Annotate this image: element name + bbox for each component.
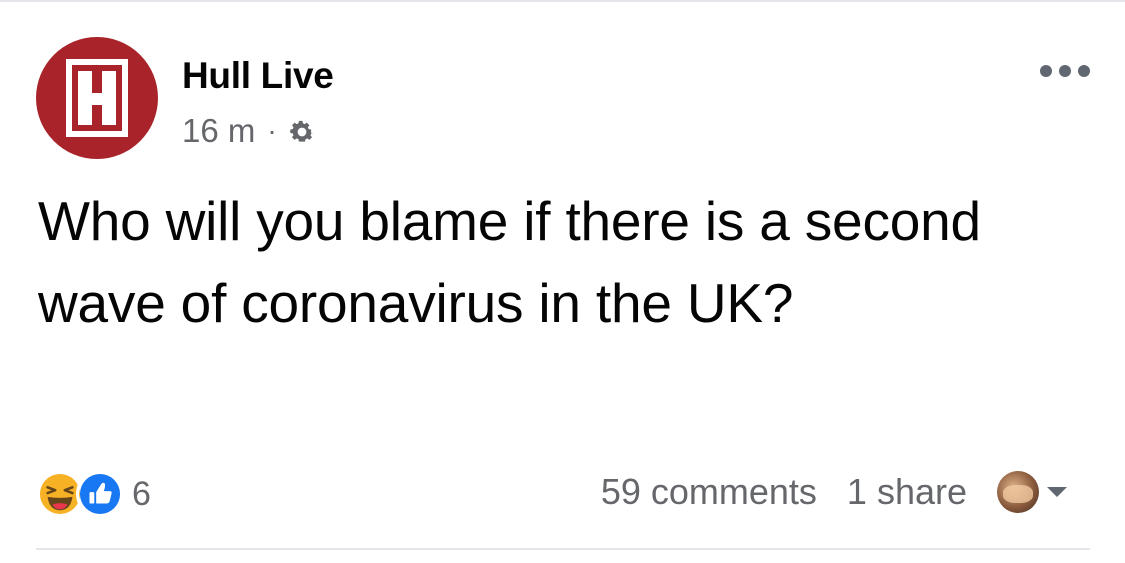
more-options-button[interactable] <box>1040 56 1090 86</box>
gear-icon <box>287 117 317 147</box>
page-avatar[interactable] <box>36 37 158 159</box>
page-name-link[interactable]: Hull Live <box>182 55 334 97</box>
post-text: Who will you blame if there is a second … <box>38 190 981 334</box>
comments-link[interactable]: 59 comments <box>601 471 817 513</box>
bottom-divider <box>36 548 1090 550</box>
like-icon <box>76 470 124 518</box>
more-dot <box>1078 65 1090 77</box>
feed-post: Hull Live 16 m · Who will you blame if t… <box>0 0 1125 563</box>
reaction-count: 6 <box>132 474 151 513</box>
chevron-down-icon[interactable] <box>1047 487 1067 497</box>
more-dot <box>1040 65 1052 77</box>
reactions-summary[interactable]: 6 <box>36 470 151 518</box>
viewer-avatar[interactable] <box>997 471 1039 513</box>
more-dot <box>1059 65 1071 77</box>
meta-separator: · <box>267 115 277 146</box>
shares-link[interactable]: 1 share <box>847 471 967 513</box>
hull-live-logo <box>66 59 128 137</box>
post-timestamp[interactable]: 16 m <box>182 112 255 150</box>
engagement-stats: 59 comments 1 share <box>601 471 1067 513</box>
post-meta: 16 m · <box>182 112 317 150</box>
